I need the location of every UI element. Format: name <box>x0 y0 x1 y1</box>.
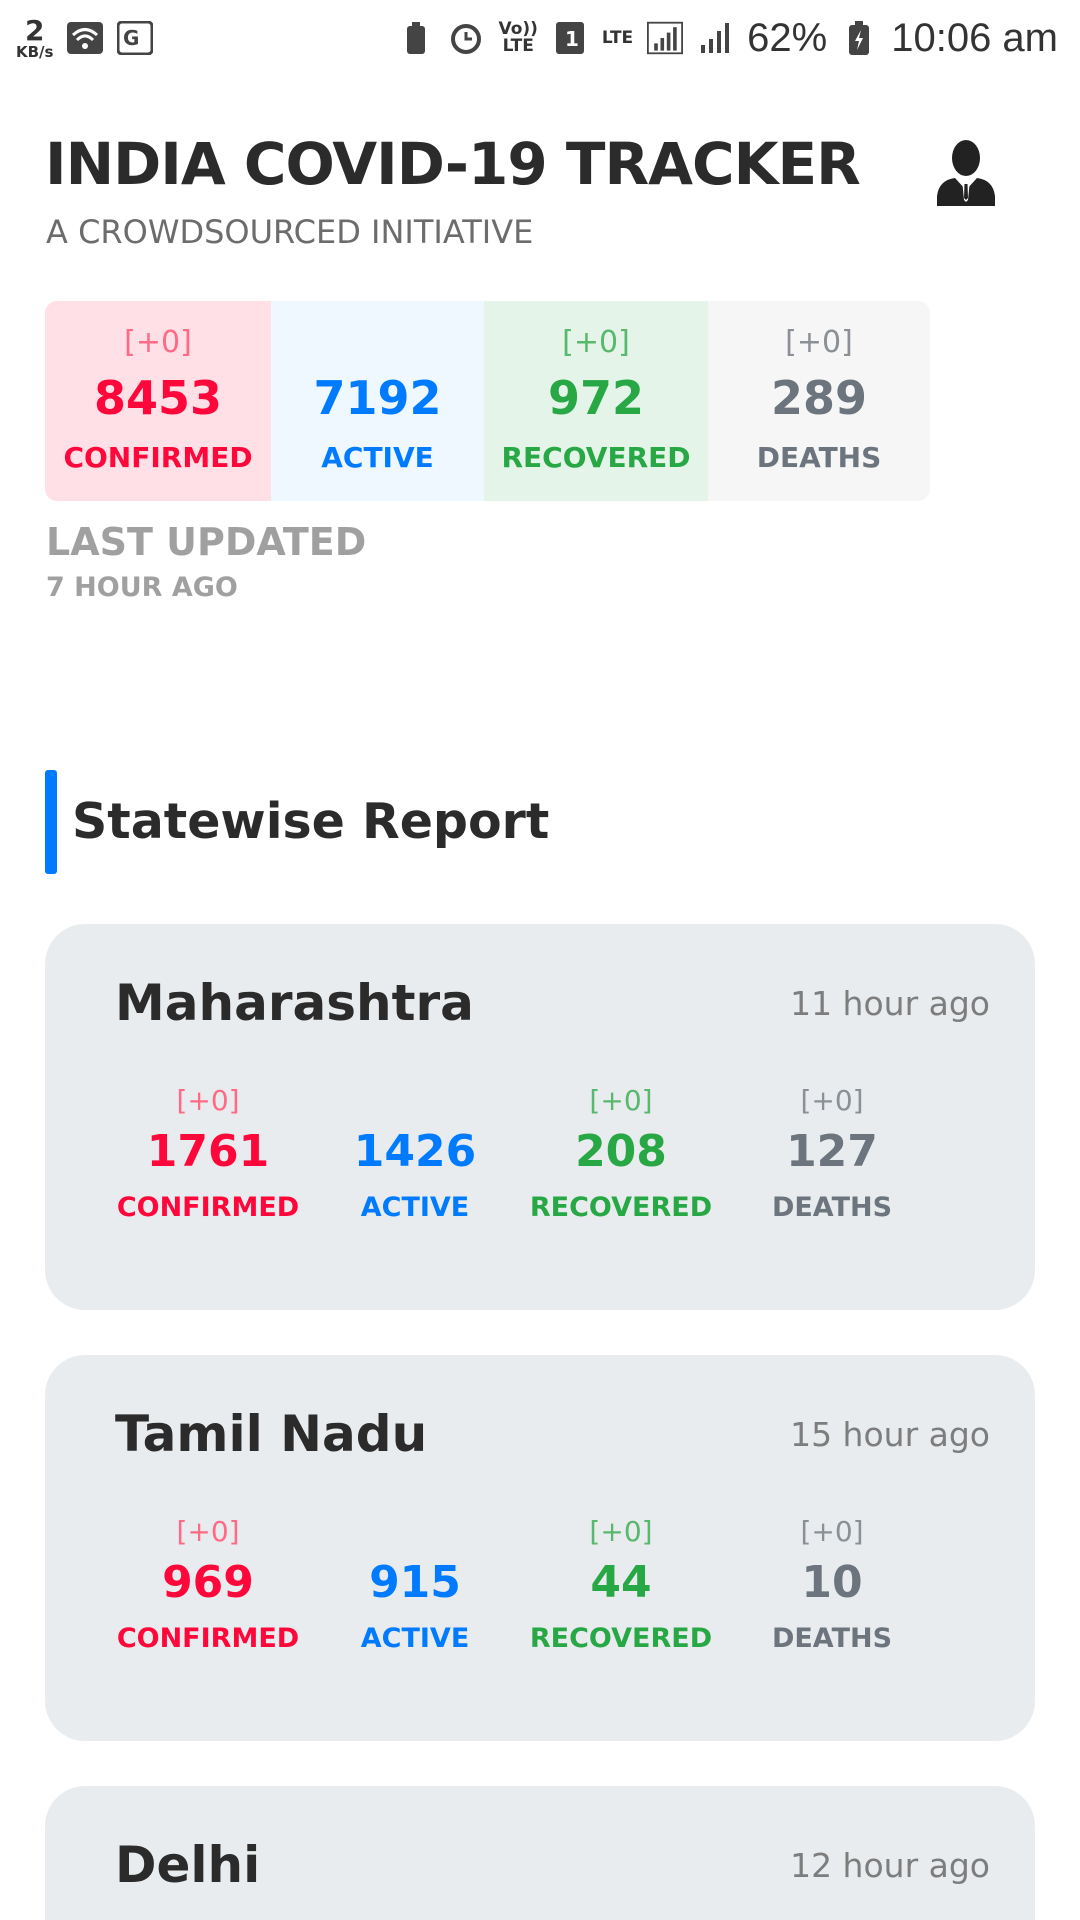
state-updated-time: 11 hour ago <box>790 984 990 1023</box>
summary-active: 7192 ACTIVE <box>271 301 484 501</box>
status-bar: 2 KB/s G Vo)) LTE 1 LTE 62% 10:06 am <box>0 0 1080 76</box>
state-recovered-delta: [+0] <box>589 1515 653 1548</box>
state-recovered-delta: [+0] <box>589 1084 653 1117</box>
state-updated-time: 15 hour ago <box>790 1415 990 1454</box>
signal-icon-2 <box>697 21 733 55</box>
state-recovered-value: 208 <box>575 1126 667 1177</box>
user-profile-icon[interactable] <box>935 138 997 206</box>
national-summary: [+0] 8453 CONFIRMED 7192 ACTIVE [+0] 972… <box>45 301 930 501</box>
network-speed: 2 KB/s <box>16 13 54 61</box>
state-active: 1426 ACTIVE <box>354 1084 476 1223</box>
state-recovered-value: 44 <box>590 1557 652 1608</box>
state-confirmed: [+0] 969 CONFIRMED <box>117 1515 299 1654</box>
state-confirmed-label: CONFIRMED <box>116 1192 300 1223</box>
lte-indicator: LTE <box>601 27 634 48</box>
state-card-delhi[interactable]: Delhi 12 hour ago <box>45 1786 1035 1920</box>
state-confirmed: [+0] 1761 CONFIRMED <box>117 1084 299 1223</box>
summary-active-value: 7192 <box>313 371 442 425</box>
summary-deaths-label: DEATHS <box>756 441 882 474</box>
signal-icon <box>647 21 684 55</box>
battery-charging-icon <box>841 21 877 55</box>
state-active-label: ACTIVE <box>360 1623 470 1654</box>
state-deaths-label: DEATHS <box>771 1623 893 1654</box>
state-confirmed-value: 969 <box>162 1557 254 1608</box>
wifi-icon <box>67 21 104 55</box>
state-deaths-value: 10 <box>801 1557 863 1608</box>
state-confirmed-label: CONFIRMED <box>116 1623 300 1654</box>
state-recovered: [+0] 44 RECOVERED <box>530 1515 712 1654</box>
summary-deaths-delta: [+0] <box>785 325 853 360</box>
svg-text:G: G <box>123 26 139 50</box>
state-name: Delhi <box>115 1836 261 1894</box>
state-deaths-label: DEATHS <box>771 1192 893 1223</box>
summary-recovered-label: RECOVERED <box>501 441 691 474</box>
state-stats: [+0] 969 CONFIRMED 915 ACTIVE [+0] 44 RE… <box>45 1515 1035 1675</box>
summary-confirmed: [+0] 8453 CONFIRMED <box>45 301 271 501</box>
volte-indicator: Vo)) LTE <box>498 21 537 55</box>
state-recovered-label: RECOVERED <box>529 1623 713 1654</box>
summary-confirmed-delta: [+0] <box>124 325 192 360</box>
state-deaths-delta: [+0] <box>800 1084 864 1117</box>
sim-number: 1 <box>565 27 579 51</box>
volte-bottom: LTE <box>502 36 534 56</box>
summary-confirmed-label: CONFIRMED <box>63 441 253 474</box>
page-title: INDIA COVID-19 TRACKER <box>45 130 861 198</box>
summary-deaths: [+0] 289 DEATHS <box>708 301 930 501</box>
state-recovered: [+0] 208 RECOVERED <box>530 1084 712 1223</box>
state-confirmed-delta: [+0] <box>176 1084 240 1117</box>
state-deaths: [+0] 10 DEATHS <box>772 1515 892 1654</box>
summary-recovered: [+0] 972 RECOVERED <box>484 301 708 501</box>
state-name: Tamil Nadu <box>115 1405 428 1463</box>
state-active-value: 1426 <box>353 1126 477 1177</box>
state-deaths: [+0] 127 DEATHS <box>772 1084 892 1223</box>
network-speed-value: 2 <box>24 13 45 47</box>
state-updated-time: 12 hour ago <box>790 1846 990 1885</box>
state-name: Maharashtra <box>115 974 474 1032</box>
state-confirmed-delta: [+0] <box>176 1515 240 1548</box>
state-card-maharashtra[interactable]: Maharashtra 11 hour ago [+0] 1761 CONFIR… <box>45 924 1035 1310</box>
summary-recovered-value: 972 <box>547 371 645 425</box>
battery-saver-icon <box>398 21 434 55</box>
state-deaths-value: 127 <box>786 1126 878 1177</box>
state-deaths-delta: [+0] <box>800 1515 864 1548</box>
clock: 10:06 am <box>891 15 1058 60</box>
last-updated-time: 7 HOUR AGO <box>46 572 238 603</box>
section-accent-bar <box>45 770 57 874</box>
state-active-label: ACTIVE <box>360 1192 470 1223</box>
summary-deaths-value: 289 <box>770 371 868 425</box>
alarm-icon <box>448 21 484 55</box>
state-active-value: 915 <box>369 1557 461 1608</box>
state-stats: [+0] 1761 CONFIRMED 1426 ACTIVE [+0] 208… <box>45 1084 1035 1244</box>
state-card-tamil-nadu[interactable]: Tamil Nadu 15 hour ago [+0] 969 CONFIRME… <box>45 1355 1035 1741</box>
summary-confirmed-value: 8453 <box>93 371 223 425</box>
page-subtitle: A CROWDSOURCED INITIATIVE <box>46 213 534 251</box>
summary-recovered-delta: [+0] <box>562 325 630 360</box>
section-title: Statewise Report <box>72 793 550 850</box>
state-confirmed-value: 1761 <box>146 1126 270 1177</box>
state-recovered-label: RECOVERED <box>529 1192 713 1223</box>
translate-icon: G <box>117 21 154 55</box>
battery-percent: 62% <box>747 15 828 60</box>
network-speed-unit: KB/s <box>16 42 54 61</box>
state-active: 915 ACTIVE <box>361 1515 470 1654</box>
last-updated-label: LAST UPDATED <box>46 520 367 564</box>
sim-icon: 1 <box>552 21 588 55</box>
summary-active-label: ACTIVE <box>321 441 434 474</box>
